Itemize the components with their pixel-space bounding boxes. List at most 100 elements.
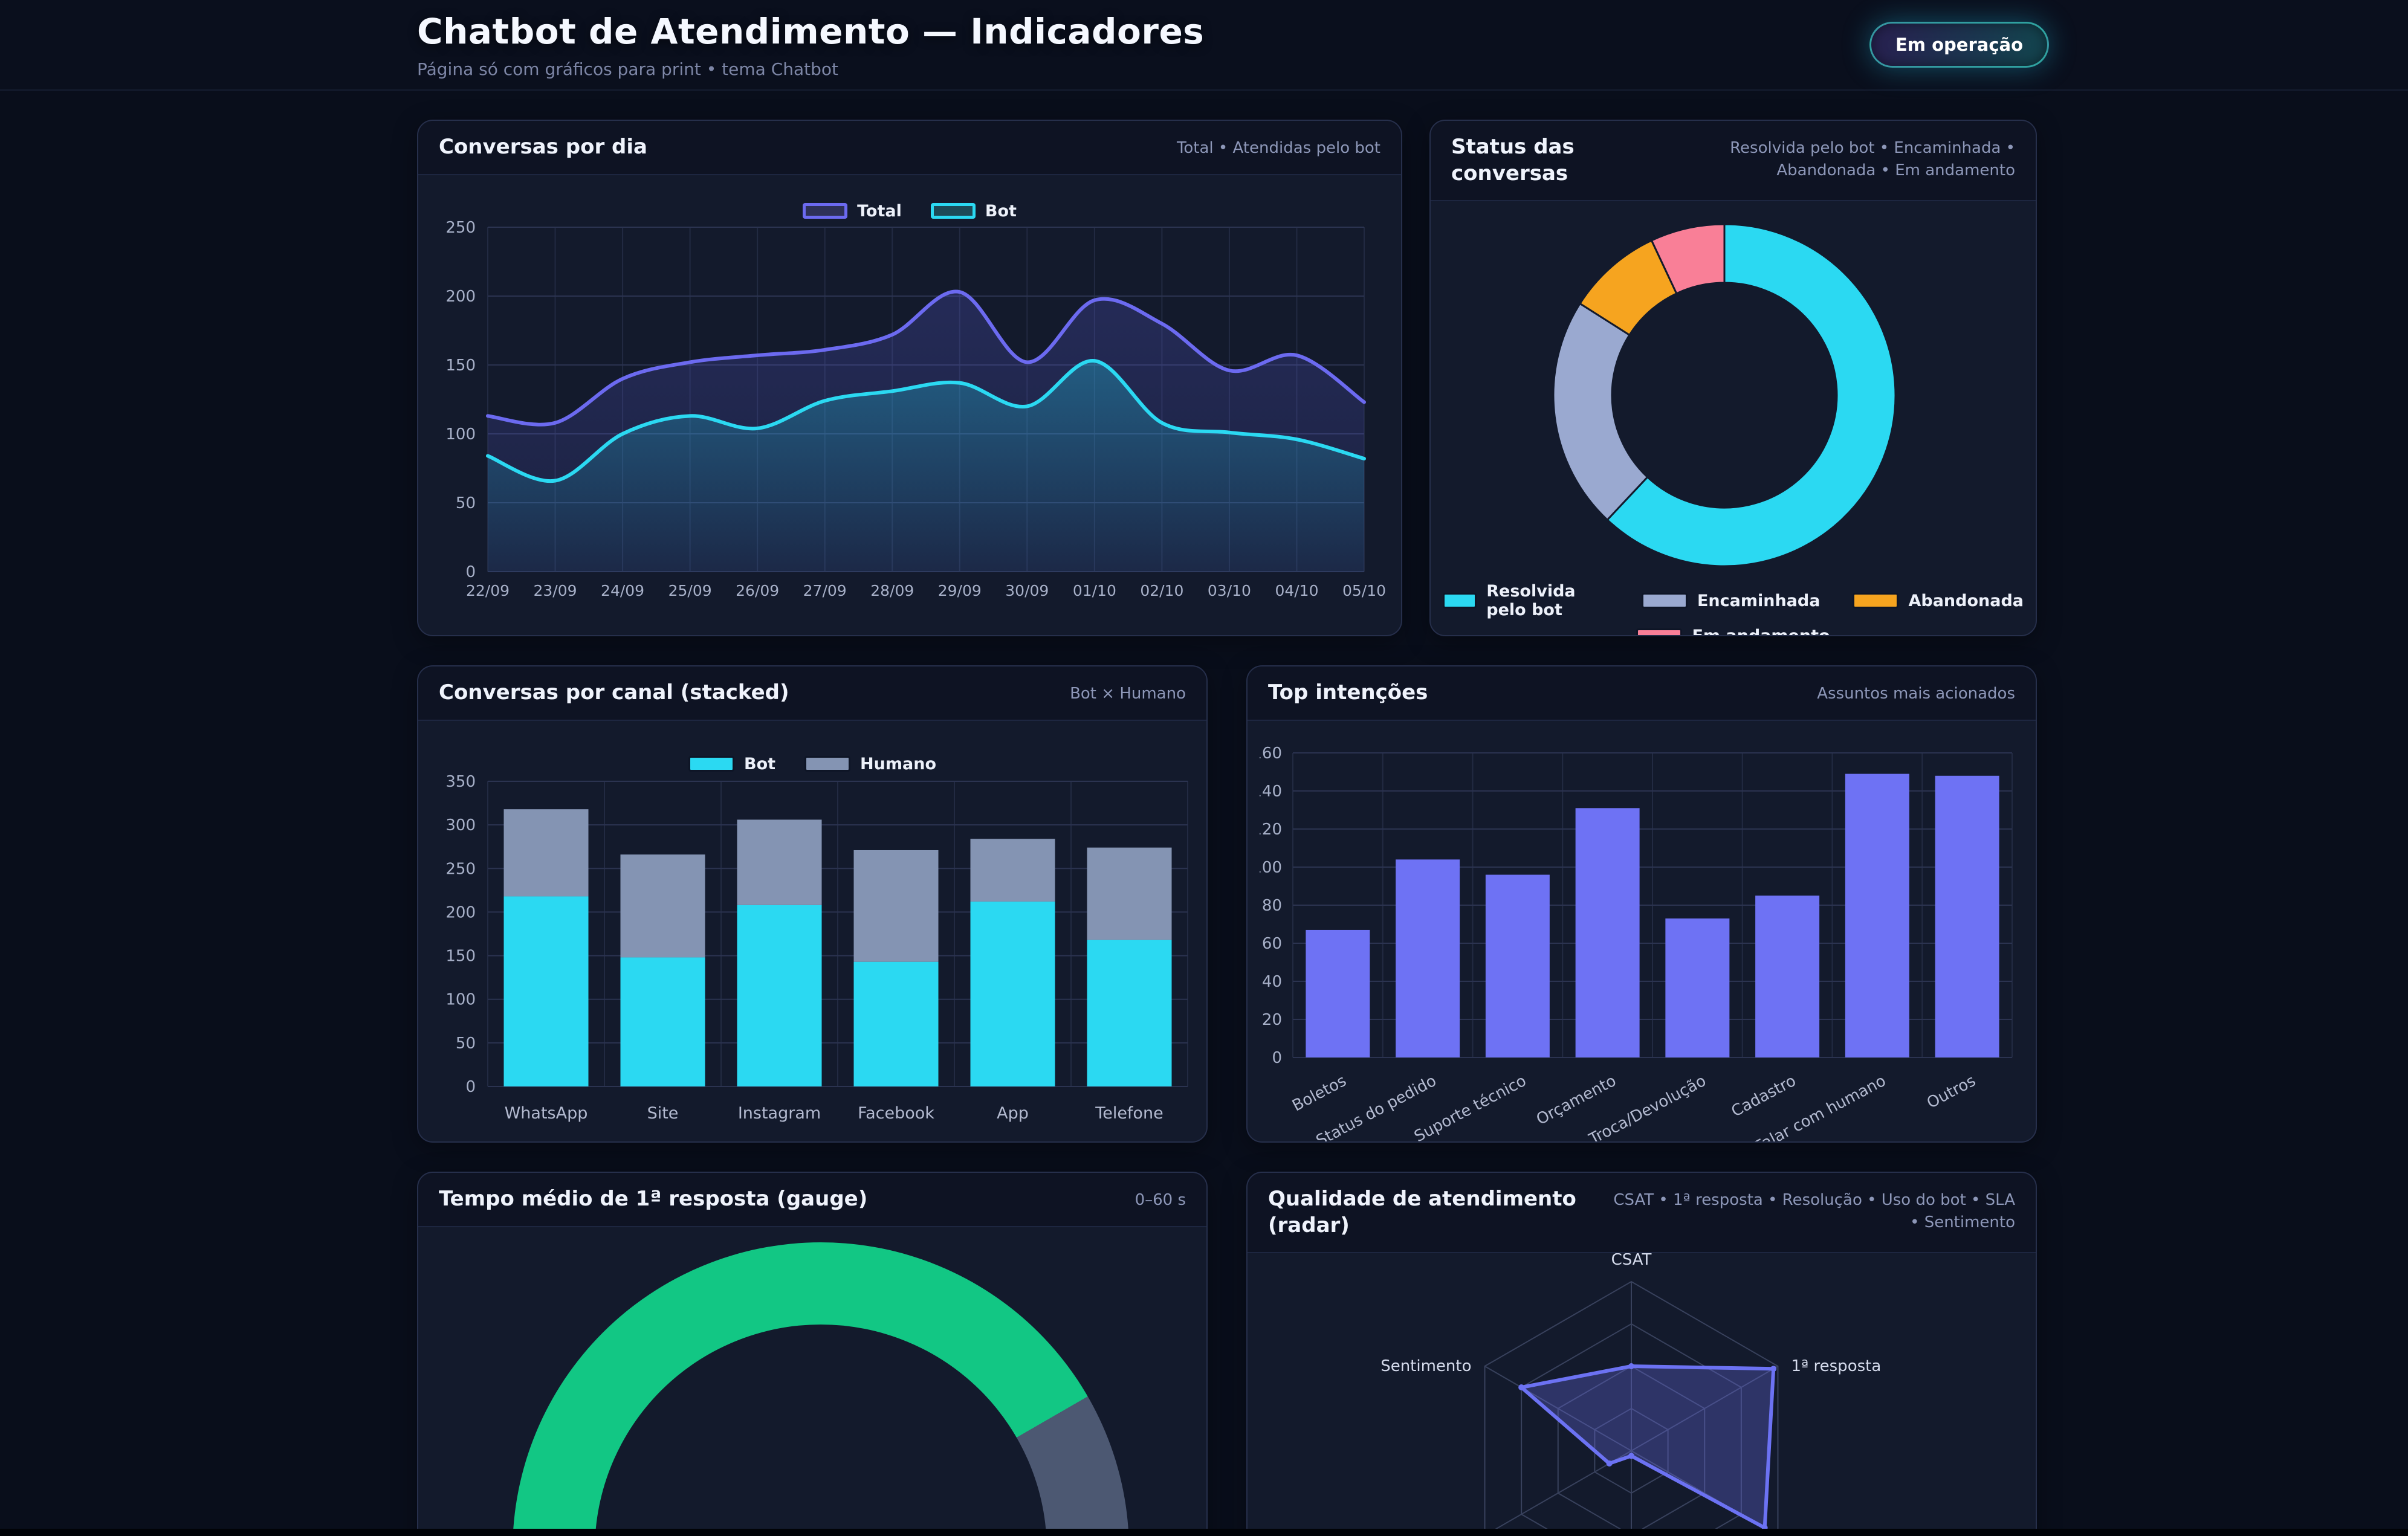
svg-text:80: 80 bbox=[1262, 897, 1282, 915]
panel-title: Tempo médio de 1ª resposta (gauge) bbox=[439, 1186, 867, 1213]
panel-body: CSAT1ª respostaResoluçãoUso do botSLASen… bbox=[1248, 1253, 2036, 1536]
panel-body: 020406080100120140160BoletosStatus do pe… bbox=[1248, 721, 2036, 1141]
svg-text:Cadastro: Cadastro bbox=[1729, 1071, 1799, 1120]
panel-subtitle: Resolvida pelo bot • Encaminhada • Aband… bbox=[1654, 134, 2015, 182]
panel-header: Status das conversas Resolvida pelo bot … bbox=[1431, 121, 2036, 201]
svg-text:03/10: 03/10 bbox=[1208, 582, 1251, 599]
daily-area-chart: 22/0923/0924/0925/0926/0927/0928/0929/09… bbox=[430, 175, 1391, 604]
daily-legend: Total Bot bbox=[418, 202, 1401, 221]
panel-conversas-por-canal: Conversas por canal (stacked) Bot × Huma… bbox=[417, 665, 1208, 1143]
panel-subtitle: 0–60 s bbox=[1135, 1186, 1186, 1212]
legend-item-encaminhada[interactable]: Encaminhada bbox=[1642, 582, 1821, 619]
status-legend: Resolvida pelo bot Encaminhada Abandonad… bbox=[1443, 582, 2024, 635]
status-badge: Em operação bbox=[1869, 22, 2049, 68]
svg-text:Instagram: Instagram bbox=[738, 1104, 821, 1123]
svg-text:200: 200 bbox=[445, 288, 476, 306]
panel-top-intencoes: Top intenções Assuntos mais acionados 02… bbox=[1246, 665, 2037, 1143]
legend-item-em-andamento[interactable]: Em andamento bbox=[1636, 627, 1830, 635]
svg-text:250: 250 bbox=[445, 219, 476, 237]
svg-text:30/09: 30/09 bbox=[1005, 582, 1049, 599]
panel-header: Qualidade de atendimento (radar) CSAT • … bbox=[1248, 1173, 2036, 1253]
legend-item-resolvida[interactable]: Resolvida pelo bot bbox=[1443, 582, 1609, 619]
intents-bar-chart: 020406080100120140160BoletosStatus do pe… bbox=[1260, 721, 2026, 1141]
svg-text:Boletos: Boletos bbox=[1289, 1071, 1349, 1115]
panel-header: Conversas por canal (stacked) Bot × Huma… bbox=[418, 666, 1206, 721]
radar-chart: CSAT1ª respostaResoluçãoUso do botSLASen… bbox=[1248, 1253, 2036, 1536]
total-swatch-icon bbox=[803, 203, 847, 219]
svg-text:Telefone: Telefone bbox=[1095, 1104, 1163, 1123]
svg-text:26/09: 26/09 bbox=[736, 582, 779, 599]
panel-title: Conversas por dia bbox=[439, 134, 647, 161]
svg-text:150: 150 bbox=[445, 357, 476, 375]
panel-header: Top intenções Assuntos mais acionados bbox=[1248, 666, 2036, 721]
panel-header: Conversas por dia Total • Atendidas pelo… bbox=[418, 121, 1401, 175]
panel-subtitle: CSAT • 1ª resposta • Resolução • Uso do … bbox=[1608, 1186, 2015, 1234]
legend-item-bot[interactable]: Bot bbox=[931, 202, 1017, 221]
svg-text:20: 20 bbox=[1262, 1011, 1282, 1029]
svg-text:Orçamento: Orçamento bbox=[1533, 1071, 1619, 1128]
panel-subtitle: Total • Atendidas pelo bot bbox=[1177, 134, 1380, 160]
panel-header: Tempo médio de 1ª resposta (gauge) 0–60 … bbox=[418, 1173, 1206, 1227]
svg-text:Facebook: Facebook bbox=[858, 1104, 934, 1123]
bot-swatch-icon bbox=[931, 203, 976, 219]
abandonada-swatch-icon bbox=[1853, 593, 1898, 608]
bot-swatch-icon bbox=[688, 756, 734, 772]
legend-item-total[interactable]: Total bbox=[803, 202, 902, 221]
svg-text:200: 200 bbox=[445, 903, 476, 921]
svg-text:0: 0 bbox=[465, 563, 476, 581]
svg-text:02/10: 02/10 bbox=[1140, 582, 1183, 599]
svg-text:140: 140 bbox=[1260, 783, 1282, 801]
dashboard-grid: Conversas por dia Total • Atendidas pelo… bbox=[417, 120, 2037, 1536]
svg-text:0: 0 bbox=[465, 1078, 476, 1096]
legend-label: Em andamento bbox=[1692, 627, 1830, 635]
panel-conversas-por-dia: Conversas por dia Total • Atendidas pelo… bbox=[417, 120, 1402, 636]
panel-tempo-medio-gauge: Tempo médio de 1ª resposta (gauge) 0–60 … bbox=[417, 1172, 1208, 1536]
page-title: Chatbot de Atendimento — Indicadores bbox=[417, 11, 1204, 52]
svg-text:05/10: 05/10 bbox=[1342, 582, 1386, 599]
svg-text:CSAT: CSAT bbox=[1611, 1253, 1652, 1269]
legend-item-bot[interactable]: Bot bbox=[688, 755, 775, 773]
svg-text:24/09: 24/09 bbox=[601, 582, 644, 599]
legend-item-abandonada[interactable]: Abandonada bbox=[1853, 582, 2024, 619]
svg-text:160: 160 bbox=[1260, 744, 1282, 763]
svg-text:04/10: 04/10 bbox=[1275, 582, 1318, 599]
panel-body: Total Bot 22/0923/0924/0925/0926/0927/09… bbox=[418, 175, 1401, 635]
resolvida-swatch-icon bbox=[1443, 593, 1477, 608]
status-donut-chart bbox=[1443, 201, 2026, 576]
svg-text:100: 100 bbox=[445, 990, 476, 1008]
channels-stacked-bar-chart: 050100150200250300350WhatsAppSiteInstagr… bbox=[430, 721, 1197, 1138]
page-subtitle: Página só com gráficos para print • tema… bbox=[417, 59, 1204, 79]
horizontal-scrollbar[interactable] bbox=[0, 1529, 2408, 1536]
svg-text:WhatsApp: WhatsApp bbox=[505, 1104, 588, 1123]
em-andamento-swatch-icon bbox=[1636, 628, 1682, 635]
svg-text:Site: Site bbox=[647, 1104, 679, 1123]
legend-item-humano[interactable]: Humano bbox=[804, 755, 936, 773]
header-text-block: Chatbot de Atendimento — Indicadores Pág… bbox=[417, 11, 1204, 79]
svg-text:60: 60 bbox=[1262, 935, 1282, 953]
encaminhada-swatch-icon bbox=[1642, 593, 1688, 608]
svg-text:Outros: Outros bbox=[1924, 1071, 1979, 1112]
panel-title: Qualidade de atendimento (radar) bbox=[1268, 1186, 1584, 1239]
svg-text:350: 350 bbox=[445, 773, 476, 791]
svg-text:1ª resposta: 1ª resposta bbox=[1791, 1357, 1881, 1375]
status-legend-row-1: Resolvida pelo bot Encaminhada Abandonad… bbox=[1443, 582, 2024, 619]
svg-text:Sentimento: Sentimento bbox=[1380, 1357, 1471, 1375]
svg-text:01/10: 01/10 bbox=[1073, 582, 1116, 599]
legend-label: Resolvida pelo bot bbox=[1486, 582, 1609, 619]
svg-text:23/09: 23/09 bbox=[534, 582, 577, 599]
legend-label: Total bbox=[857, 202, 902, 221]
legend-label: Encaminhada bbox=[1697, 592, 1821, 610]
panel-qualidade-radar: Qualidade de atendimento (radar) CSAT • … bbox=[1246, 1172, 2037, 1536]
svg-text:100: 100 bbox=[1260, 859, 1282, 877]
legend-label: Abandonada bbox=[1908, 592, 2024, 610]
panel-title: Top intenções bbox=[1268, 680, 1428, 706]
svg-text:29/09: 29/09 bbox=[938, 582, 982, 599]
panel-body: Resolvida pelo bot Encaminhada Abandonad… bbox=[1431, 201, 2036, 635]
panel-title: Status das conversas bbox=[1451, 134, 1614, 187]
channels-legend: Bot Humano bbox=[418, 755, 1206, 773]
svg-text:120: 120 bbox=[1260, 821, 1282, 839]
page-header: Chatbot de Atendimento — Indicadores Pág… bbox=[0, 0, 2408, 91]
svg-text:40: 40 bbox=[1262, 973, 1282, 991]
svg-text:50: 50 bbox=[456, 1034, 476, 1052]
svg-text:100: 100 bbox=[445, 425, 476, 444]
